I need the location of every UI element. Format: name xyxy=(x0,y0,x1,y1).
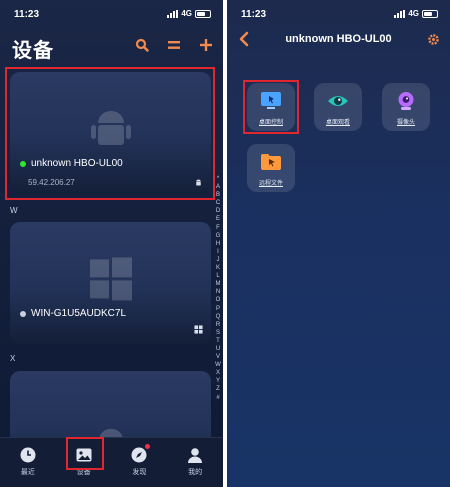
device-title: unknown HBO-UL00 xyxy=(285,33,392,45)
webcam-button[interactable]: 摄像头 xyxy=(382,83,430,131)
alphabet-index[interactable]: * A B C D E F G H I J K L M N O P Q R S … xyxy=(215,175,221,402)
battery-icon xyxy=(422,9,438,18)
offline-status-dot xyxy=(20,310,26,317)
index-letter[interactable]: G xyxy=(216,232,221,240)
clock-icon xyxy=(20,447,36,463)
device-detail-screen: 11:23 4G unknown HBO-UL00 桌面控制 桌面观看 摄像头 xyxy=(227,0,450,487)
function-label: 远程文件 xyxy=(258,181,283,187)
folder-icon xyxy=(261,154,281,170)
index-letter[interactable]: M xyxy=(216,280,221,288)
selected-device-highlight xyxy=(5,67,215,200)
index-letter[interactable]: A xyxy=(216,183,220,191)
index-letter[interactable]: V xyxy=(216,353,220,361)
tab-discover[interactable]: 发现 xyxy=(112,438,168,487)
index-letter[interactable]: * xyxy=(217,175,219,183)
status-bar: 11:23 4G xyxy=(227,0,450,26)
index-letter[interactable]: X xyxy=(216,369,220,377)
index-letter[interactable]: J xyxy=(217,256,220,264)
bottom-tab-bar: 最近 设备 发现 我的 xyxy=(0,437,223,487)
index-letter[interactable]: D xyxy=(216,207,220,215)
index-letter[interactable]: F xyxy=(216,224,220,232)
status-indicators: 4G xyxy=(394,9,438,18)
gear-icon[interactable] xyxy=(427,33,440,46)
signal-icon xyxy=(167,9,179,18)
index-letter[interactable]: K xyxy=(216,264,220,272)
plus-icon[interactable] xyxy=(197,36,215,54)
windows-icon xyxy=(194,325,203,334)
active-tab-highlight xyxy=(66,437,104,470)
index-letter[interactable]: O xyxy=(216,296,221,304)
status-indicators: 4G xyxy=(167,9,211,18)
index-letter[interactable]: # xyxy=(216,394,219,402)
device-card[interactable]: WIN-G1U5AUDKC7L xyxy=(10,222,211,344)
network-type: 4G xyxy=(408,9,419,18)
app-screens: 11:23 4G 设备 unknown HBO-UL00 59.42.206.2… xyxy=(0,0,450,487)
tab-label: 最近 xyxy=(20,469,35,476)
desktop-view-button[interactable]: 桌面观看 xyxy=(314,83,362,131)
device-name: WIN-G1U5AUDKC7L xyxy=(31,308,127,319)
windows-watermark-icon xyxy=(89,257,132,301)
index-letter[interactable]: T xyxy=(216,337,220,345)
notification-badge xyxy=(144,444,150,449)
index-letter[interactable]: C xyxy=(216,199,220,207)
battery-icon xyxy=(195,9,211,18)
index-letter[interactable]: I xyxy=(217,248,219,256)
network-type: 4G xyxy=(181,9,192,18)
index-letter[interactable]: N xyxy=(216,288,220,296)
index-letter[interactable]: B xyxy=(216,191,220,199)
devices-screen: 11:23 4G 设备 unknown HBO-UL00 59.42.206.2… xyxy=(0,0,223,487)
menu-icon[interactable] xyxy=(165,36,183,54)
status-bar: 11:23 4G xyxy=(0,0,223,26)
tab-profile[interactable]: 我的 xyxy=(167,438,223,487)
index-letter[interactable]: S xyxy=(216,329,220,337)
index-letter[interactable]: H xyxy=(216,240,220,248)
search-icon[interactable] xyxy=(133,36,151,54)
section-header-x: X xyxy=(10,354,16,363)
index-letter[interactable]: E xyxy=(216,215,220,223)
index-letter[interactable]: Q xyxy=(216,313,221,321)
remote-files-button[interactable]: 远程文件 xyxy=(247,144,295,192)
index-letter[interactable]: P xyxy=(216,305,220,313)
selected-function-highlight xyxy=(243,80,299,134)
index-letter[interactable]: W xyxy=(215,361,221,369)
index-letter[interactable]: L xyxy=(216,272,219,280)
device-name-row: WIN-G1U5AUDKC7L xyxy=(20,308,126,319)
status-time: 11:23 xyxy=(14,9,40,20)
tab-label: 发现 xyxy=(132,469,147,476)
function-label: 桌面观看 xyxy=(325,120,350,126)
index-letter[interactable]: Z xyxy=(216,385,220,393)
eye-icon xyxy=(328,96,348,106)
section-header-w: W xyxy=(10,206,18,215)
function-label: 摄像头 xyxy=(396,120,415,126)
status-time: 11:23 xyxy=(241,9,267,20)
person-icon xyxy=(188,448,203,463)
index-letter[interactable]: Y xyxy=(216,377,220,385)
page-title: 设备 xyxy=(12,40,54,62)
signal-icon xyxy=(394,9,406,18)
index-letter[interactable]: R xyxy=(216,321,220,329)
index-letter[interactable]: U xyxy=(216,345,220,353)
tab-label: 我的 xyxy=(188,469,203,476)
tab-recent[interactable]: 最近 xyxy=(0,438,56,487)
webcam-icon xyxy=(398,92,414,110)
